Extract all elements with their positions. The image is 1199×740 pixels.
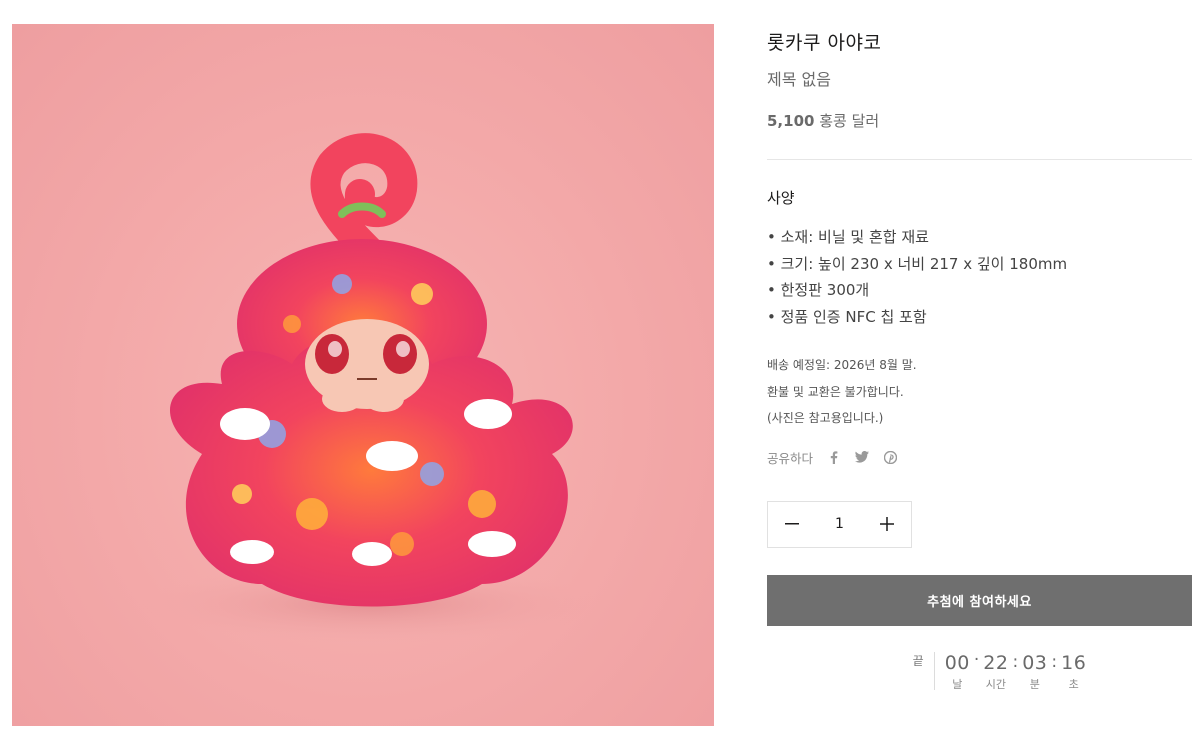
quantity-increment-button[interactable] [863,502,911,547]
shipping-notes: 배송 예정일: 2026년 8월 말. 환불 및 교환은 불가합니다. (사진은… [767,352,1192,432]
countdown-value: 03 [1022,651,1048,674]
countdown-seconds: 16 초 [1061,652,1086,692]
quantity-stepper: 1 [767,500,912,548]
countdown-days: 00 날 [945,652,970,692]
countdown-unit-label: 날 [952,677,963,691]
shipping-date-note: 배송 예정일: 2026년 8월 말. [767,358,917,372]
enter-raffle-button[interactable]: 추첨에 참여하세요 [767,574,1192,626]
countdown-unit-label: 분 [1029,677,1040,691]
spec-item: 정품 인증 NFC 칩 포함 [767,304,1192,331]
countdown-value: 16 [1061,651,1087,674]
countdown-timer: 끝 00 날 · 22 시간 : 03 분 : 16 초 [767,649,1192,692]
countdown-separator: · [973,649,980,670]
price-currency: 홍콩 달러 [819,112,880,130]
product-image[interactable] [12,24,714,726]
twitter-icon[interactable] [855,450,870,464]
quantity-decrement-button[interactable] [768,502,816,547]
spec-item: 소재: 비닐 및 혼합 재료 [767,224,1192,251]
countdown-separator: : [1051,651,1058,672]
countdown-value: 00 [944,651,970,674]
spec-item: 크기: 높이 230 x 너비 217 x 깊이 180mm [767,251,1192,278]
refund-note: 환불 및 교환은 불가합니다. [767,384,904,399]
product-info: 롯카쿠 아야코 제목 없음 5,100 홍콩 달러 사양 소재: 비닐 및 혼합… [767,24,1192,692]
share-bar: 공유하다 [767,448,1192,467]
facebook-icon[interactable] [827,450,841,464]
countdown-separator: : [1012,651,1019,672]
photo-note: (사진은 참고용입니다.) [767,411,884,425]
price-amount: 5,100 [767,112,815,130]
spec-heading: 사양 [767,189,795,207]
product-title: 제목 없음 [767,70,831,89]
product-page: 롯카쿠 아야코 제목 없음 5,100 홍콩 달러 사양 소재: 비닐 및 혼합… [0,0,1199,740]
plus-icon [880,517,894,531]
countdown-end-label: 끝 [913,651,935,690]
countdown-unit-label: 초 [1068,677,1079,691]
countdown-unit-label: 시간 [985,677,1007,691]
minus-icon [785,523,799,525]
product-vendor[interactable]: 롯카쿠 아야코 [767,28,1192,55]
spec-item: 한정판 300개 [767,277,1192,304]
spec-list: 소재: 비닐 및 혼합 재료 크기: 높이 230 x 너비 217 x 깊이 … [767,224,1192,330]
countdown-hours: 22 시간 [983,652,1008,692]
share-label: 공유하다 [767,450,814,466]
quantity-value[interactable]: 1 [820,516,860,532]
divider [767,159,1192,160]
countdown-value: 22 [983,651,1009,674]
product-price: 5,100 홍콩 달러 [767,110,1192,131]
pinterest-icon[interactable] [883,450,897,464]
countdown-minutes: 03 분 [1022,652,1047,692]
toy-figure-image [132,133,612,644]
